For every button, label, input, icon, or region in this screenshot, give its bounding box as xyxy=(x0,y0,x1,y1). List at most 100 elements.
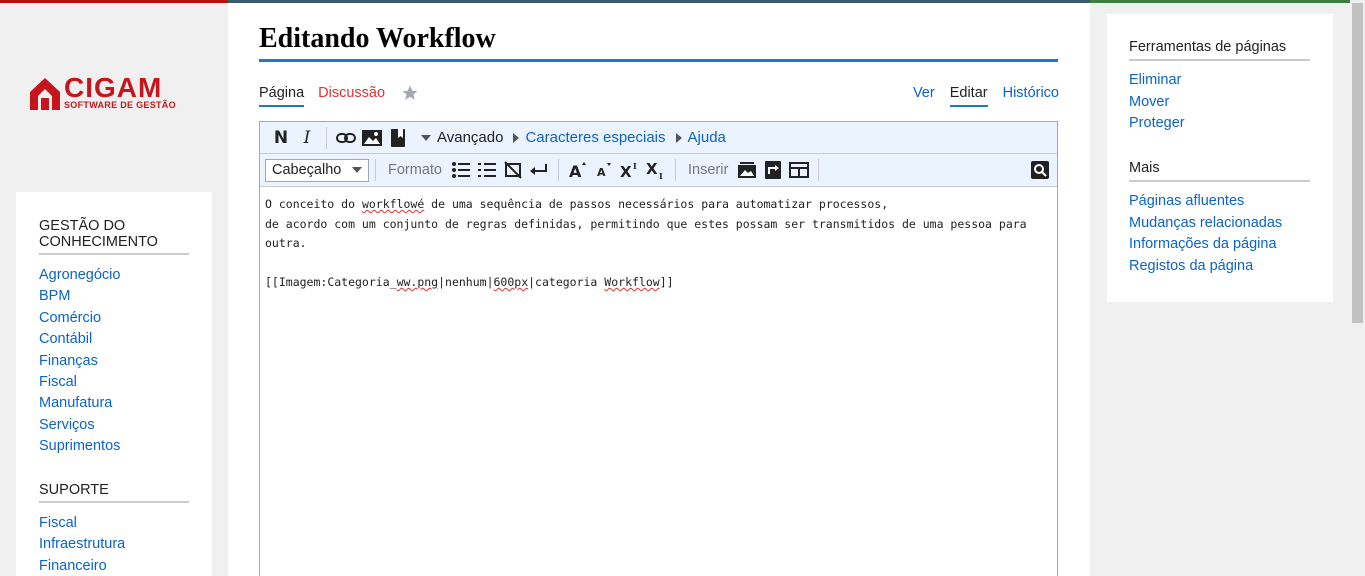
redirect-button[interactable] xyxy=(760,158,786,182)
svg-text:A: A xyxy=(597,166,606,179)
insert-label: Inserir xyxy=(688,162,729,178)
code-segment: ]] xyxy=(659,275,674,289)
code-segment: :Categoria_ xyxy=(320,275,397,289)
format-label: Formato xyxy=(388,162,442,178)
gallery-button[interactable] xyxy=(734,158,760,182)
sidebar-link[interactable]: Comércio xyxy=(39,308,189,329)
toolbar-separator xyxy=(818,159,820,181)
portal-list: Agronegócio BPM Comércio Contábil Finanç… xyxy=(39,265,189,458)
editor-toolbar-main: N I Avançado Caracteres especiais Ajuda xyxy=(260,122,1057,154)
portal-suporte: SUPORTE Fiscal Infraestrutura Financeiro xyxy=(39,482,189,576)
more-section: Mais Páginas afluentes Mudanças relacion… xyxy=(1129,159,1310,277)
tab-discussao[interactable]: Discussão xyxy=(318,83,385,107)
newline-button[interactable] xyxy=(526,158,552,182)
link-button[interactable] xyxy=(333,126,359,150)
sidebar-link[interactable]: Contábil xyxy=(39,329,189,350)
logo-mark-icon xyxy=(30,78,60,110)
page-tools-section: Ferramentas de páginas Eliminar Mover Pr… xyxy=(1129,38,1310,135)
superscript-button[interactable]: X I xyxy=(617,158,643,182)
namespace-tabs: Página Discussão xyxy=(259,83,419,107)
superscript-icon: X I xyxy=(620,161,637,179)
tab-editar[interactable]: Editar xyxy=(949,83,988,107)
cigam-logo[interactable]: CIGAM SOFTWARE DE GESTÃO xyxy=(30,72,200,112)
text-segment: O conceito do xyxy=(265,197,362,211)
sidebar-link[interactable]: Agronegócio xyxy=(39,265,189,286)
advanced-menu[interactable]: Avançado xyxy=(421,129,503,146)
code-segment: |categoria xyxy=(528,275,605,289)
editor-toolbar-advanced: Cabeçalho Formato A A X I X I Inserir xyxy=(260,154,1057,187)
wikitext-textarea[interactable]: O conceito do workflowé de uma sequência… xyxy=(260,189,1057,576)
big-text-icon: A xyxy=(569,162,586,179)
right-sidebar: Ferramentas de páginas Eliminar Mover Pr… xyxy=(1107,14,1333,302)
main-content: Editando Workflow Página Discussão Ver E… xyxy=(228,3,1090,576)
book-icon xyxy=(391,128,405,147)
title-underline xyxy=(259,59,1058,62)
top-bar-red xyxy=(0,0,228,3)
tool-link-mover[interactable]: Mover xyxy=(1129,92,1310,114)
bulleted-list-button[interactable] xyxy=(448,158,474,182)
italic-button[interactable]: I xyxy=(294,126,320,150)
more-link[interactable]: Mudanças relacionadas xyxy=(1129,213,1310,235)
left-sidebar: GESTÃO DO CONHECIMENTO Agronegócio BPM C… xyxy=(16,192,212,576)
subscript-button[interactable]: X I xyxy=(643,158,669,182)
help-menu[interactable]: Ajuda xyxy=(675,129,726,146)
big-text-button[interactable]: A xyxy=(565,158,591,182)
sidebar-link[interactable]: Fiscal xyxy=(39,372,189,393)
reference-button[interactable] xyxy=(385,126,411,150)
sidebar-link[interactable]: BPM xyxy=(39,286,189,307)
link-icon xyxy=(336,132,356,143)
special-chars-label: Caracteres especiais xyxy=(525,129,666,146)
page-tools-list: Eliminar Mover Proteger xyxy=(1129,70,1310,135)
svg-text:I: I xyxy=(633,161,637,171)
small-text-icon: A xyxy=(597,163,611,179)
sidebar-link[interactable]: Manufatura xyxy=(39,393,189,414)
sidebar-link[interactable]: Serviços xyxy=(39,415,189,436)
nowiki-button[interactable] xyxy=(500,158,526,182)
misspelled-word: 600px xyxy=(493,275,529,289)
code-segment: [[Imagem xyxy=(265,275,321,289)
section-heading: Ferramentas de páginas xyxy=(1129,38,1310,61)
wiki-editor: N I Avançado Caracteres especiais Ajuda … xyxy=(259,121,1058,576)
code-segment: |nenhum| xyxy=(438,275,494,289)
watch-star-icon[interactable] xyxy=(401,84,419,102)
newline-icon xyxy=(530,164,547,175)
misspelled-word: ww.png xyxy=(396,275,439,289)
page-title: Editando Workflow xyxy=(259,23,496,54)
numbered-list-button[interactable] xyxy=(474,158,500,182)
toolbar-separator xyxy=(558,159,559,181)
tab-pagina[interactable]: Página xyxy=(259,83,305,107)
more-list: Páginas afluentes Mudanças relacionadas … xyxy=(1129,191,1310,277)
text-line: de acordo com um conjunto de regras defi… xyxy=(265,216,1027,231)
table-icon xyxy=(789,162,810,178)
sidebar-link[interactable]: Infraestrutura xyxy=(39,534,189,555)
heading-select[interactable]: Cabeçalho xyxy=(265,158,369,182)
sidebar-link[interactable]: Fiscal xyxy=(39,513,189,534)
tab-ver[interactable]: Ver xyxy=(913,83,935,107)
help-label: Ajuda xyxy=(687,129,726,146)
sidebar-link[interactable]: Financeiro xyxy=(39,556,189,576)
small-text-button[interactable]: A xyxy=(591,158,617,182)
search-replace-button[interactable] xyxy=(1027,158,1053,182)
scrollbar-thumb[interactable] xyxy=(1352,3,1363,323)
chevron-down-icon xyxy=(352,167,362,173)
table-button[interactable] xyxy=(786,158,812,182)
image-button[interactable] xyxy=(359,126,385,150)
more-link[interactable]: Informações da página xyxy=(1129,234,1310,256)
chevron-right-icon xyxy=(675,132,682,143)
more-link[interactable]: Registos da página xyxy=(1129,256,1310,278)
section-heading: Mais xyxy=(1129,159,1310,182)
special-chars-menu[interactable]: Caracteres especiais xyxy=(513,129,666,146)
redirect-icon xyxy=(765,161,782,179)
top-bar-green xyxy=(1090,0,1365,3)
svg-text:X: X xyxy=(646,160,658,178)
tool-link-proteger[interactable]: Proteger xyxy=(1129,113,1310,135)
page-scrollbar[interactable] xyxy=(1350,0,1365,576)
portal-gestao: GESTÃO DO CONHECIMENTO Agronegócio BPM C… xyxy=(39,218,189,458)
sidebar-link[interactable]: Suprimentos xyxy=(39,436,189,457)
more-link[interactable]: Páginas afluentes xyxy=(1129,191,1310,213)
tab-historico[interactable]: Histórico xyxy=(1003,83,1059,107)
bold-button[interactable]: N xyxy=(268,126,294,150)
tool-link-eliminar[interactable]: Eliminar xyxy=(1129,70,1310,92)
sidebar-link[interactable]: Finanças xyxy=(39,351,189,372)
chevron-down-icon xyxy=(421,134,431,141)
